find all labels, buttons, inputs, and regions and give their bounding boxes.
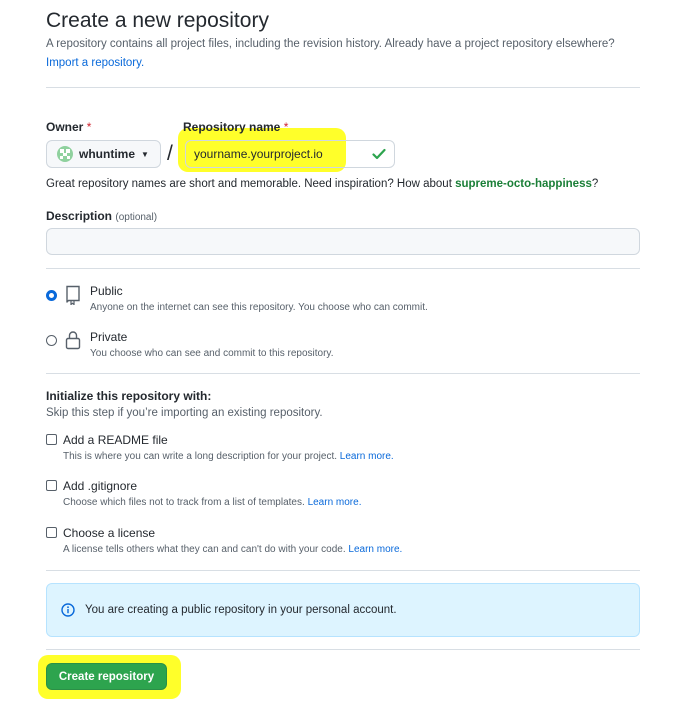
owner-required-mark: * <box>86 120 92 134</box>
info-icon <box>61 603 75 617</box>
private-radio[interactable] <box>46 335 57 346</box>
identicon-icon <box>60 149 70 159</box>
info-banner: You are creating a public repository in … <box>46 583 640 637</box>
private-option[interactable]: Private You choose who can see and commi… <box>90 330 333 359</box>
repo-name-required-mark: * <box>283 120 289 134</box>
repo-icon <box>66 285 80 305</box>
suggested-name-link[interactable]: supreme-octo-happiness <box>455 178 592 190</box>
owner-label-text: Owner <box>46 120 84 134</box>
owner-select-button[interactable]: whuntime ▼ <box>46 140 161 168</box>
owner-label: Owner * <box>46 120 91 134</box>
public-radio[interactable] <box>46 290 57 301</box>
owner-repo-separator: / <box>167 142 173 165</box>
page-description-text: A repository contains all project files,… <box>46 38 615 50</box>
lock-icon <box>65 331 81 350</box>
description-optional-tag: (optional) <box>115 212 158 223</box>
repo-name-value: yourname.yourproject.io <box>194 147 323 161</box>
divider <box>46 649 640 650</box>
public-option[interactable]: Public Anyone on the internet can see th… <box>90 284 428 313</box>
chevron-down-icon: ▼ <box>141 149 149 159</box>
license-learn-more-link[interactable]: Learn more. <box>348 544 402 555</box>
gitignore-option: Add .gitignore Choose which files not to… <box>63 479 361 508</box>
suggestion-question-mark: ? <box>591 178 599 190</box>
license-checkbox[interactable] <box>46 527 57 538</box>
repo-name-label: Repository name * <box>183 120 288 134</box>
readme-description: This is where you can write a long descr… <box>63 451 338 462</box>
license-description: A license tells others what they can and… <box>63 544 346 555</box>
public-description: Anyone on the internet can see this repo… <box>90 302 428 313</box>
readme-checkbox[interactable] <box>46 434 57 445</box>
public-title: Public <box>90 284 123 298</box>
initialize-subtitle: Skip this step if you’re importing an ex… <box>46 407 323 419</box>
page-title: Create a new repository <box>46 9 269 32</box>
gitignore-title: Add .gitignore <box>63 479 138 493</box>
divider <box>46 268 640 269</box>
info-text: You are creating a public repository in … <box>85 604 397 616</box>
readme-learn-more-link[interactable]: Learn more. <box>340 451 394 462</box>
owner-name: whuntime <box>79 147 135 161</box>
divider <box>46 570 640 571</box>
private-title: Private <box>90 330 128 344</box>
page-description: A repository contains all project files,… <box>46 35 646 73</box>
readme-option: Add a README file This is where you can … <box>63 433 394 462</box>
private-description: You choose who can see and commit to thi… <box>90 348 334 359</box>
suggestion-text: Great repository names are short and mem… <box>46 178 452 190</box>
repo-name-label-text: Repository name <box>183 120 281 134</box>
owner-avatar <box>57 146 73 162</box>
import-repository-link[interactable]: Import a repository. <box>46 57 144 69</box>
divider <box>46 373 640 374</box>
divider <box>46 87 640 88</box>
initialize-title: Initialize this repository with: <box>46 389 212 403</box>
description-label: Description (optional) <box>46 209 157 223</box>
readme-title: Add a README file <box>63 433 168 447</box>
description-input[interactable] <box>46 228 640 255</box>
gitignore-checkbox[interactable] <box>46 480 57 491</box>
gitignore-learn-more-link[interactable]: Learn more. <box>308 497 362 508</box>
create-repository-button[interactable]: Create repository <box>46 663 167 690</box>
description-label-text: Description <box>46 209 113 223</box>
name-suggestion: Great repository names are short and mem… <box>46 178 598 190</box>
license-title: Choose a license <box>63 526 156 540</box>
license-option: Choose a license A license tells others … <box>63 526 402 555</box>
gitignore-description: Choose which files not to track from a l… <box>63 497 305 508</box>
repo-name-input[interactable]: yourname.yourproject.io <box>185 140 395 168</box>
check-icon <box>372 148 386 160</box>
